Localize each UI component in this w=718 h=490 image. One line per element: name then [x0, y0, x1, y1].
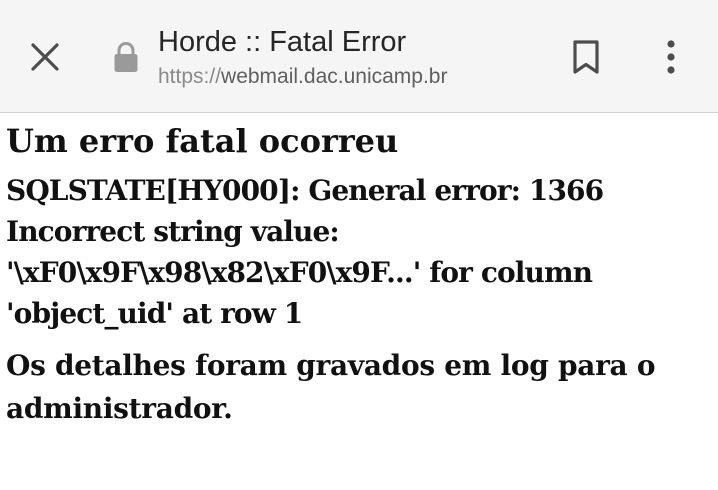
log-note: Os detalhes foram gravados em log para o…: [6, 349, 656, 425]
page-info[interactable]: Horde :: Fatal Error https://webmail.dac…: [158, 24, 538, 91]
url-scheme: https://: [158, 65, 222, 88]
more-vert-icon: [667, 40, 675, 74]
bookmark-button[interactable]: [565, 36, 607, 78]
page-content: Um erro fatal ocorreu SQLSTATE[HY000]: G…: [6, 113, 712, 430]
lock-icon[interactable]: [113, 41, 139, 73]
page-url: https://webmail.dac.unicamp.br: [158, 63, 538, 91]
error-message: SQLSTATE[HY000]: General error: 1366 Inc…: [6, 174, 604, 330]
more-options-button[interactable]: [650, 36, 692, 78]
bookmark-icon: [573, 40, 599, 74]
error-heading: Um erro fatal ocorreu: [6, 122, 399, 160]
browser-toolbar: Horde :: Fatal Error https://webmail.dac…: [0, 0, 718, 113]
page-title: Horde :: Fatal Error: [158, 26, 407, 58]
close-icon: [31, 43, 59, 71]
close-tab-button[interactable]: [22, 34, 68, 80]
url-host: webmail.dac.unicamp.br: [221, 65, 448, 88]
